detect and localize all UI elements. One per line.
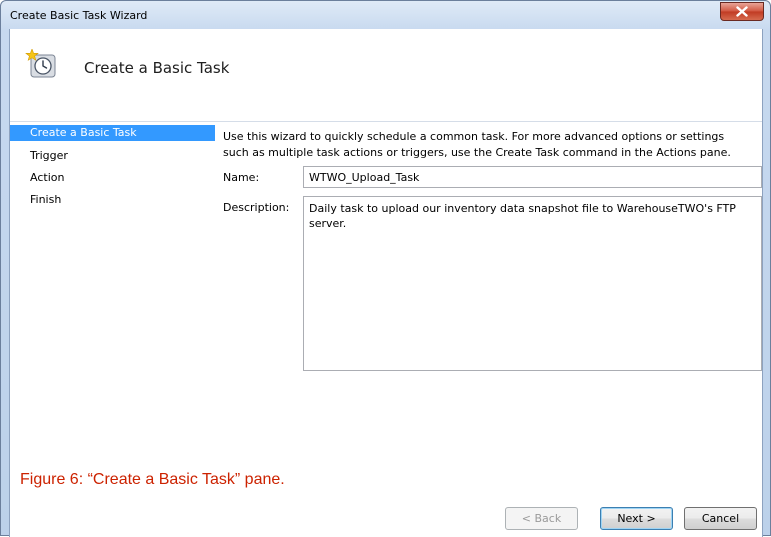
intro-text: Use this wizard to quickly schedule a co…	[223, 130, 731, 159]
window-title: Create Basic Task Wizard	[10, 9, 148, 22]
back-button[interactable]: < Back	[505, 507, 578, 530]
step-create-basic-task[interactable]: Create a Basic Task	[10, 125, 215, 141]
wizard-header: Create a Basic Task	[10, 29, 762, 122]
wizard-content: Use this wizard to quickly schedule a co…	[223, 129, 763, 371]
figure-caption: Figure 6: “Create a Basic Task” pane.	[20, 471, 285, 489]
description-input[interactable]: Daily task to upload our inventory data …	[303, 196, 762, 371]
wizard-body: Create a Basic Task Create a Basic Task …	[9, 29, 763, 537]
close-icon	[736, 6, 748, 17]
name-input[interactable]	[303, 166, 762, 188]
name-label: Name:	[223, 171, 260, 184]
step-finish[interactable]: Finish	[10, 189, 215, 211]
next-button[interactable]: Next >	[600, 507, 673, 530]
page-title: Create a Basic Task	[84, 59, 230, 77]
wizard-steps: Create a Basic Task Trigger Action Finis…	[10, 125, 215, 211]
step-trigger[interactable]: Trigger	[10, 145, 215, 167]
description-label: Description:	[223, 201, 290, 214]
wizard-window: Create Basic Task Wizard Create a Basic …	[0, 0, 771, 537]
step-action[interactable]: Action	[10, 167, 215, 189]
title-bar[interactable]: Create Basic Task Wizard	[1, 1, 770, 29]
close-button[interactable]	[720, 2, 764, 21]
cancel-button[interactable]: Cancel	[684, 507, 757, 530]
task-scheduler-clock-icon	[25, 49, 56, 78]
